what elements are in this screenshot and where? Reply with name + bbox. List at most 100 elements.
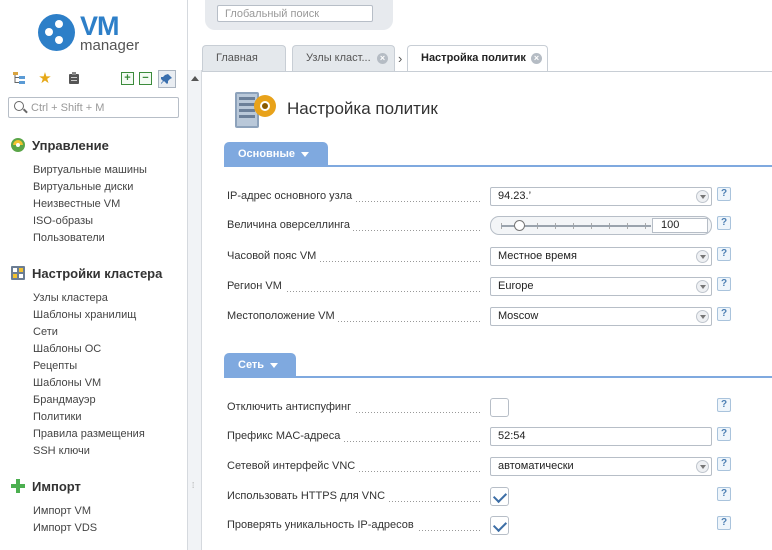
logo-icon bbox=[38, 14, 75, 51]
menu-item-firewall[interactable]: Брандмауэр bbox=[33, 392, 180, 409]
field-vnc-https: Использовать HTTPS для VNC ? bbox=[227, 487, 767, 507]
scroll-up-icon[interactable] bbox=[191, 76, 199, 81]
dropdown-arrow-icon[interactable] bbox=[696, 310, 709, 323]
slider-handle[interactable] bbox=[514, 220, 525, 231]
help-icon[interactable]: ? bbox=[717, 487, 731, 501]
help-icon[interactable]: ? bbox=[717, 307, 731, 321]
menu-group-cluster-settings: Настройки кластера Узлы кластера Шаблоны… bbox=[10, 264, 180, 460]
help-icon[interactable]: ? bbox=[717, 427, 731, 441]
vnc-https-checkbox[interactable] bbox=[490, 487, 509, 506]
menu-item-import-vm[interactable]: Импорт VM bbox=[33, 503, 180, 520]
dropdown-arrow-icon[interactable] bbox=[696, 190, 709, 203]
field-mac-prefix: Префикс MAC-адреса 52:54 ? bbox=[227, 427, 767, 447]
main-ip-select[interactable]: 94.23.’ bbox=[490, 187, 712, 206]
menu-item-unknown-vm[interactable]: Неизвестные VM bbox=[33, 196, 180, 213]
menu-item-users[interactable]: Пользователи bbox=[33, 230, 180, 247]
left-search-input[interactable] bbox=[31, 100, 171, 115]
field-location: Местоположение VM Moscow ? bbox=[227, 307, 767, 327]
select-value: автоматически bbox=[498, 460, 574, 472]
menu-item-virtual-disks[interactable]: Виртуальные диски bbox=[33, 179, 180, 196]
pin-icon[interactable] bbox=[158, 70, 176, 88]
field-ip-uniqueness: Проверять уникальность IP-адресов ? bbox=[227, 516, 767, 536]
tab-policy-settings[interactable]: Настройка политик × bbox=[407, 45, 548, 72]
field-label: Величина оверселлинга bbox=[227, 219, 354, 231]
collapse-icon[interactable]: − bbox=[139, 72, 152, 85]
close-icon[interactable]: × bbox=[531, 53, 542, 64]
help-icon[interactable]: ? bbox=[717, 187, 731, 201]
left-toolbar: ★ + − bbox=[8, 69, 180, 89]
tree-icon[interactable] bbox=[10, 69, 28, 87]
cluster-settings-icon bbox=[10, 265, 26, 281]
help-icon[interactable]: ? bbox=[717, 398, 731, 412]
menu-group-title: Управление bbox=[32, 137, 109, 153]
field-antispoofing: Отключить антиспуфинг ? bbox=[227, 398, 767, 418]
left-search[interactable] bbox=[8, 97, 179, 118]
field-label: Проверять уникальность IP-адресов bbox=[227, 519, 417, 531]
dropdown-arrow-icon[interactable] bbox=[696, 280, 709, 293]
menu-item-networks[interactable]: Сети bbox=[33, 324, 180, 341]
menu-item-policies[interactable]: Политики bbox=[33, 409, 180, 426]
menu-item-iso-images[interactable]: ISO-образы bbox=[33, 213, 180, 230]
select-value: 94.23.’ bbox=[498, 190, 532, 202]
overselling-value-input[interactable]: 100 bbox=[652, 218, 708, 233]
chevron-down-icon bbox=[300, 151, 309, 157]
help-icon[interactable]: ? bbox=[717, 216, 731, 230]
ip-uniqueness-checkbox[interactable] bbox=[490, 516, 509, 535]
menu-item-import-vds[interactable]: Импорт VDS bbox=[33, 520, 180, 537]
expand-icon[interactable]: + bbox=[121, 72, 134, 85]
panel-splitter[interactable]: ⁞ bbox=[188, 70, 202, 550]
field-label: Сетевой интерфейс VNC bbox=[227, 460, 359, 472]
menu-item-recipes[interactable]: Рецепты bbox=[33, 358, 180, 375]
menu-group-title: Настройки кластера bbox=[32, 265, 163, 281]
dropdown-arrow-icon[interactable] bbox=[696, 460, 709, 473]
help-icon[interactable]: ? bbox=[717, 247, 731, 261]
main-content: Настройка политик Основные IP-адрес осно… bbox=[203, 72, 772, 550]
menu-item-virtual-machines[interactable]: Виртуальные машины bbox=[33, 162, 180, 179]
field-region: Регион VM Europe ? bbox=[227, 277, 767, 297]
menu-group-management: Управление Виртуальные машины Виртуальны… bbox=[10, 136, 180, 247]
menu-item-os-templates[interactable]: Шаблоны ОС bbox=[33, 341, 180, 358]
field-label: Использовать HTTPS для VNC bbox=[227, 490, 389, 502]
field-timezone: Часовой пояс VM Местное время ? bbox=[227, 247, 767, 267]
chevron-right-icon: › bbox=[398, 51, 403, 66]
location-select[interactable]: Moscow bbox=[490, 307, 712, 326]
menu-item-ssh-keys[interactable]: SSH ключи bbox=[33, 443, 180, 460]
menu-item-vm-templates[interactable]: Шаблоны VM bbox=[33, 375, 180, 392]
dropdown-arrow-icon[interactable] bbox=[696, 250, 709, 263]
section-network-toggle[interactable]: Сеть bbox=[224, 353, 296, 377]
field-label: IP-адрес основного узла bbox=[227, 190, 356, 202]
menu-group-header[interactable]: Импорт bbox=[10, 477, 180, 495]
menu-group-header[interactable]: Настройки кластера bbox=[10, 264, 180, 282]
management-icon bbox=[10, 137, 26, 153]
region-select[interactable]: Europe bbox=[490, 277, 712, 296]
mac-prefix-input[interactable]: 52:54 bbox=[490, 427, 712, 446]
overselling-slider[interactable]: 100 bbox=[490, 216, 712, 235]
section-divider bbox=[224, 165, 772, 167]
clipboard-icon[interactable] bbox=[65, 69, 83, 87]
vnc-interface-select[interactable]: автоматически bbox=[490, 457, 712, 476]
global-search-input[interactable] bbox=[217, 5, 373, 22]
timezone-select[interactable]: Местное время bbox=[490, 247, 712, 266]
field-overselling: Величина оверселлинга 100 ? bbox=[227, 216, 767, 236]
field-label: Отключить антиспуфинг bbox=[227, 401, 355, 413]
tab-home[interactable]: Главная bbox=[202, 45, 286, 71]
antispoofing-checkbox[interactable] bbox=[490, 398, 509, 417]
close-icon[interactable]: × bbox=[377, 53, 388, 64]
help-icon[interactable]: ? bbox=[717, 457, 731, 471]
star-icon[interactable]: ★ bbox=[36, 69, 54, 87]
help-icon[interactable]: ? bbox=[717, 516, 731, 530]
logo-text-manager: manager bbox=[80, 37, 140, 54]
select-value: Europe bbox=[498, 280, 534, 292]
field-label: Префикс MAC-адреса bbox=[227, 430, 344, 442]
menu-item-placement-rules[interactable]: Правила размещения bbox=[33, 426, 180, 443]
tab-label: Узлы класт... bbox=[306, 52, 371, 64]
select-value: Местное время bbox=[498, 250, 577, 262]
splitter-grip-icon[interactable]: ⁞ bbox=[192, 482, 197, 490]
menu-group-header[interactable]: Управление bbox=[10, 136, 180, 154]
menu-item-cluster-nodes[interactable]: Узлы кластера bbox=[33, 290, 180, 307]
help-icon[interactable]: ? bbox=[717, 277, 731, 291]
menu-item-storage-templates[interactable]: Шаблоны хранилищ bbox=[33, 307, 180, 324]
section-basic-toggle[interactable]: Основные bbox=[224, 142, 328, 166]
left-panel: VM manager ★ + − Управление Виртуальные … bbox=[0, 0, 188, 550]
tab-cluster-nodes[interactable]: Узлы класт... × bbox=[292, 45, 395, 71]
